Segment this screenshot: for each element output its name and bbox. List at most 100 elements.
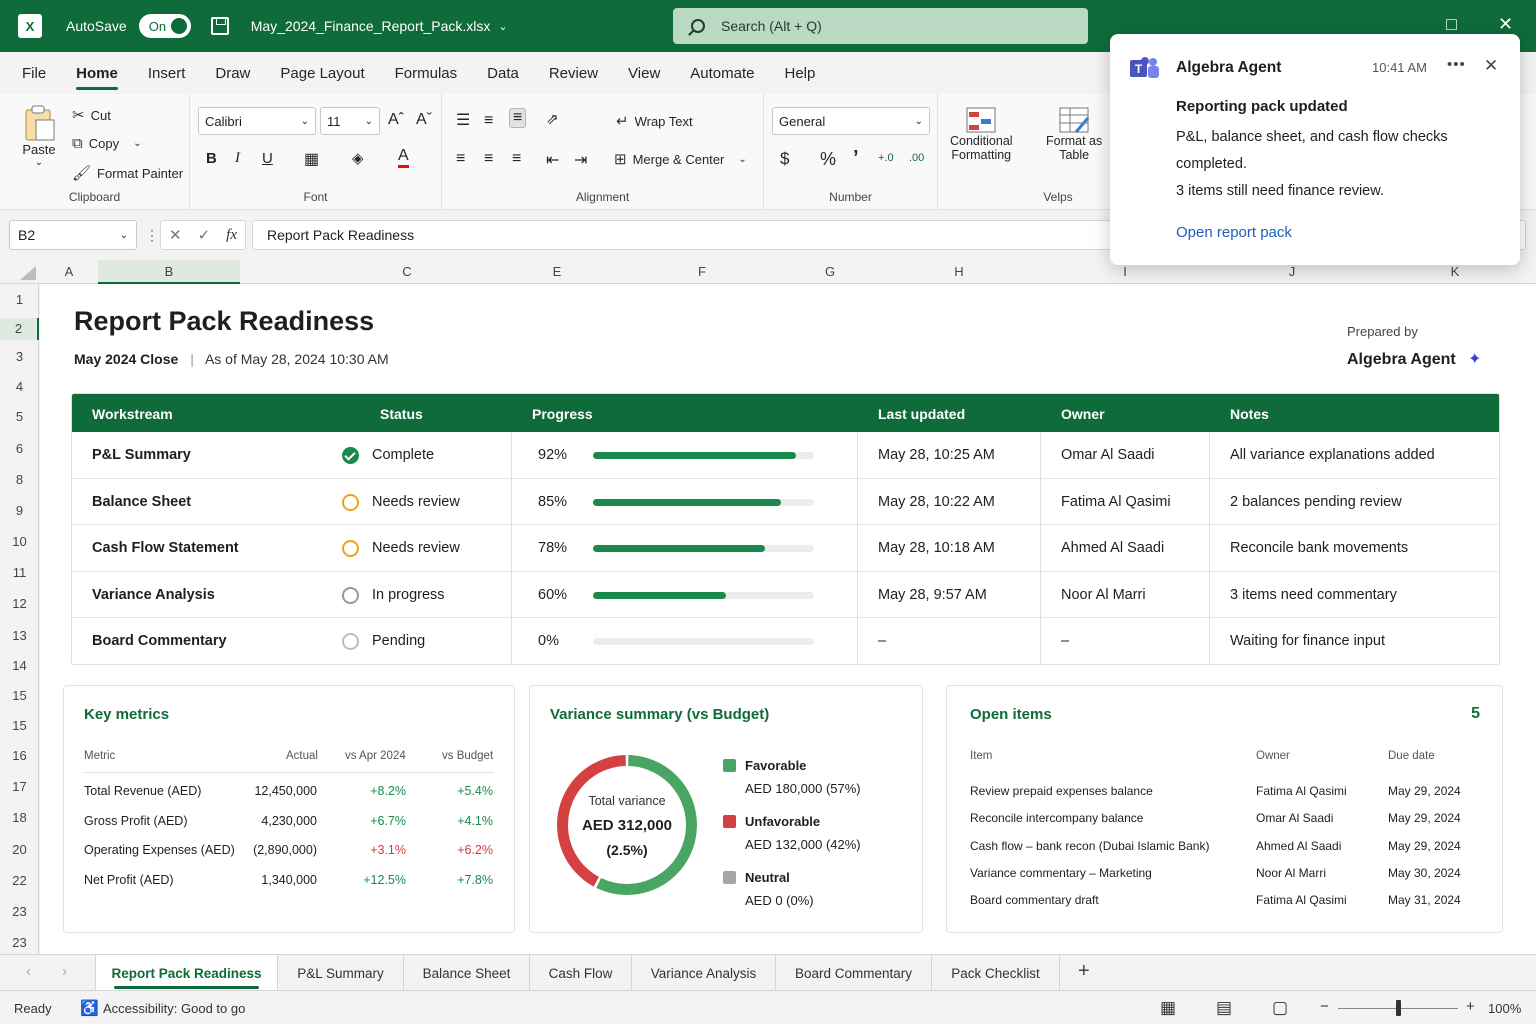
row-header[interactable]: 10	[0, 534, 39, 549]
row-header[interactable]: 23	[0, 935, 39, 950]
row-header-selected[interactable]: 2	[0, 318, 39, 340]
row-header[interactable]: 15	[0, 718, 39, 733]
worksheet[interactable]: Report Pack Readiness May 2024 Close | A…	[40, 284, 1536, 954]
format-as-table-button[interactable]: Format as Table	[1046, 106, 1102, 162]
number-format-select[interactable]: General ⌄	[772, 107, 930, 135]
row-header[interactable]: 12	[0, 596, 39, 611]
copy-button[interactable]: ⧉ Copy ⌄	[72, 135, 141, 152]
tab-review[interactable]: Review	[549, 65, 598, 82]
save-icon[interactable]	[210, 17, 229, 35]
underline-icon[interactable]: U	[262, 150, 273, 167]
fill-color-icon[interactable]: ◈	[352, 149, 364, 167]
select-all-icon[interactable]	[20, 266, 36, 280]
font-size-select[interactable]: 11 ⌄	[320, 107, 380, 135]
align-right-icon[interactable]: ≡	[512, 150, 521, 168]
name-box[interactable]: B2 ⌄	[9, 220, 137, 250]
autosave-toggle[interactable]: On	[138, 14, 191, 38]
file-name[interactable]: May_2024_Finance_Report_Pack.xlsx	[251, 18, 491, 34]
tab-insert[interactable]: Insert	[148, 65, 186, 82]
row-header[interactable]: 20	[0, 842, 39, 857]
row-header[interactable]: 16	[0, 748, 39, 763]
align-bottom-icon[interactable]: ≡	[509, 108, 527, 128]
close-window-icon[interactable]: ✕	[1498, 14, 1513, 35]
row-header[interactable]: 18	[0, 810, 39, 825]
italic-icon[interactable]: I	[235, 150, 240, 167]
tab-file[interactable]: File	[22, 65, 46, 82]
page-layout-view-icon[interactable]: ▤	[1216, 998, 1232, 1018]
bold-icon[interactable]: B	[206, 150, 217, 167]
table-row[interactable]: Cash Flow Statement Needs review 78% May 28…	[72, 524, 1499, 570]
tab-view[interactable]: View	[628, 65, 660, 82]
increase-decimal-icon[interactable]: +.0	[878, 152, 894, 164]
tab-automate[interactable]: Automate	[690, 65, 754, 82]
cancel-icon[interactable]: ✕	[169, 226, 182, 244]
table-row[interactable]: Variance Analysis In progress 60% May 28, 9…	[72, 570, 1499, 617]
row-header[interactable]: 13	[0, 628, 39, 643]
format-painter-button[interactable]: 🖌 Format Painter	[72, 164, 183, 182]
scroll-right-icon[interactable]: ›	[62, 963, 67, 980]
row-header[interactable]: 3	[0, 349, 39, 364]
row-header[interactable]: 22	[0, 873, 39, 888]
column-header-h[interactable]: H	[878, 264, 1040, 279]
conditional-formatting-button[interactable]: Conditional Formatting	[950, 106, 1013, 162]
column-header-a[interactable]: A	[40, 264, 98, 279]
open-report-pack-link[interactable]: Open report pack	[1176, 224, 1292, 241]
column-header-b[interactable]: B	[98, 264, 240, 279]
column-header-i[interactable]: I	[1040, 264, 1210, 279]
tab-help[interactable]: Help	[785, 65, 816, 82]
maximize-icon[interactable]: □	[1446, 14, 1457, 35]
table-row[interactable]: Balance Sheet Needs review 85% May 28, 10:2…	[72, 478, 1499, 524]
tab-home[interactable]: Home	[76, 65, 118, 90]
cut-button[interactable]: ✂ Cut	[72, 106, 111, 124]
merge-center-button[interactable]: ⊞ Merge & Center ⌄	[614, 150, 747, 168]
comma-style-icon[interactable]: ’	[853, 147, 859, 170]
zoom-out-icon[interactable]: −	[1320, 998, 1329, 1015]
row-header[interactable]: 6	[0, 441, 39, 456]
percent-icon[interactable]: %	[820, 149, 836, 170]
zoom-level[interactable]: 100%	[1488, 1001, 1521, 1016]
row-header[interactable]: 4	[0, 379, 39, 394]
chevron-down-icon[interactable]: ⌄	[498, 20, 507, 33]
column-header-k[interactable]: K	[1374, 264, 1536, 279]
align-left-icon[interactable]: ≡	[456, 150, 465, 168]
sheet-tab-pl-summary[interactable]: P&L Summary	[278, 955, 404, 991]
enter-icon[interactable]: ✓	[198, 226, 211, 244]
orientation-icon[interactable]: ⇗	[546, 110, 559, 128]
sheet-tab-variance-analysis[interactable]: Variance Analysis	[632, 955, 776, 991]
row-header[interactable]: 1	[0, 292, 39, 307]
page-break-view-icon[interactable]: ▢	[1272, 998, 1288, 1018]
row-header[interactable]: 17	[0, 779, 39, 794]
search-box[interactable]: Search (Alt + Q)	[673, 8, 1088, 44]
sheet-tab-cash-flow[interactable]: Cash Flow	[530, 955, 632, 991]
column-header-e[interactable]: E	[498, 264, 616, 279]
tab-page-layout[interactable]: Page Layout	[280, 65, 364, 82]
currency-icon[interactable]: $	[780, 149, 789, 169]
align-middle-icon[interactable]: ≡	[484, 112, 493, 130]
tab-draw[interactable]: Draw	[215, 65, 250, 82]
table-row[interactable]: Board Commentary Pending 0% – – Waiting for f…	[72, 616, 1499, 663]
decrease-font-icon[interactable]: Aˇ	[416, 111, 432, 129]
row-header[interactable]: 8	[0, 472, 39, 487]
tab-data[interactable]: Data	[487, 65, 519, 82]
row-header[interactable]: 11	[0, 565, 39, 580]
close-notification-icon[interactable]: ✕	[1484, 56, 1498, 76]
row-header[interactable]: 23	[0, 904, 39, 919]
sheet-tab-report-pack[interactable]: Report Pack Readiness	[95, 955, 278, 991]
row-header[interactable]: 9	[0, 503, 39, 518]
borders-icon[interactable]: ▦	[304, 149, 319, 169]
decrease-decimal-icon[interactable]: .00	[909, 152, 924, 164]
decrease-indent-icon[interactable]: ⇤	[546, 150, 559, 170]
paste-button[interactable]: Paste ⌄	[22, 104, 56, 168]
wrap-text-button[interactable]: ↵ Wrap Text	[616, 112, 693, 130]
zoom-slider-thumb[interactable]	[1396, 1000, 1401, 1016]
more-icon[interactable]: ⋮	[145, 227, 159, 244]
accessibility-status[interactable]: Accessibility: Good to go	[103, 1001, 245, 1016]
normal-view-icon[interactable]: ▦	[1160, 998, 1176, 1018]
table-row[interactable]: P&L Summary Complete 92% May 28, 10:25 AM Om…	[72, 432, 1499, 478]
insert-function-icon[interactable]: fx	[226, 227, 237, 244]
scroll-left-icon[interactable]: ‹	[26, 963, 31, 980]
sheet-tab-board-commentary[interactable]: Board Commentary	[776, 955, 932, 991]
font-name-select[interactable]: Calibri ⌄	[198, 107, 316, 135]
row-header[interactable]: 14	[0, 658, 39, 673]
column-header-c[interactable]: C	[316, 264, 498, 279]
